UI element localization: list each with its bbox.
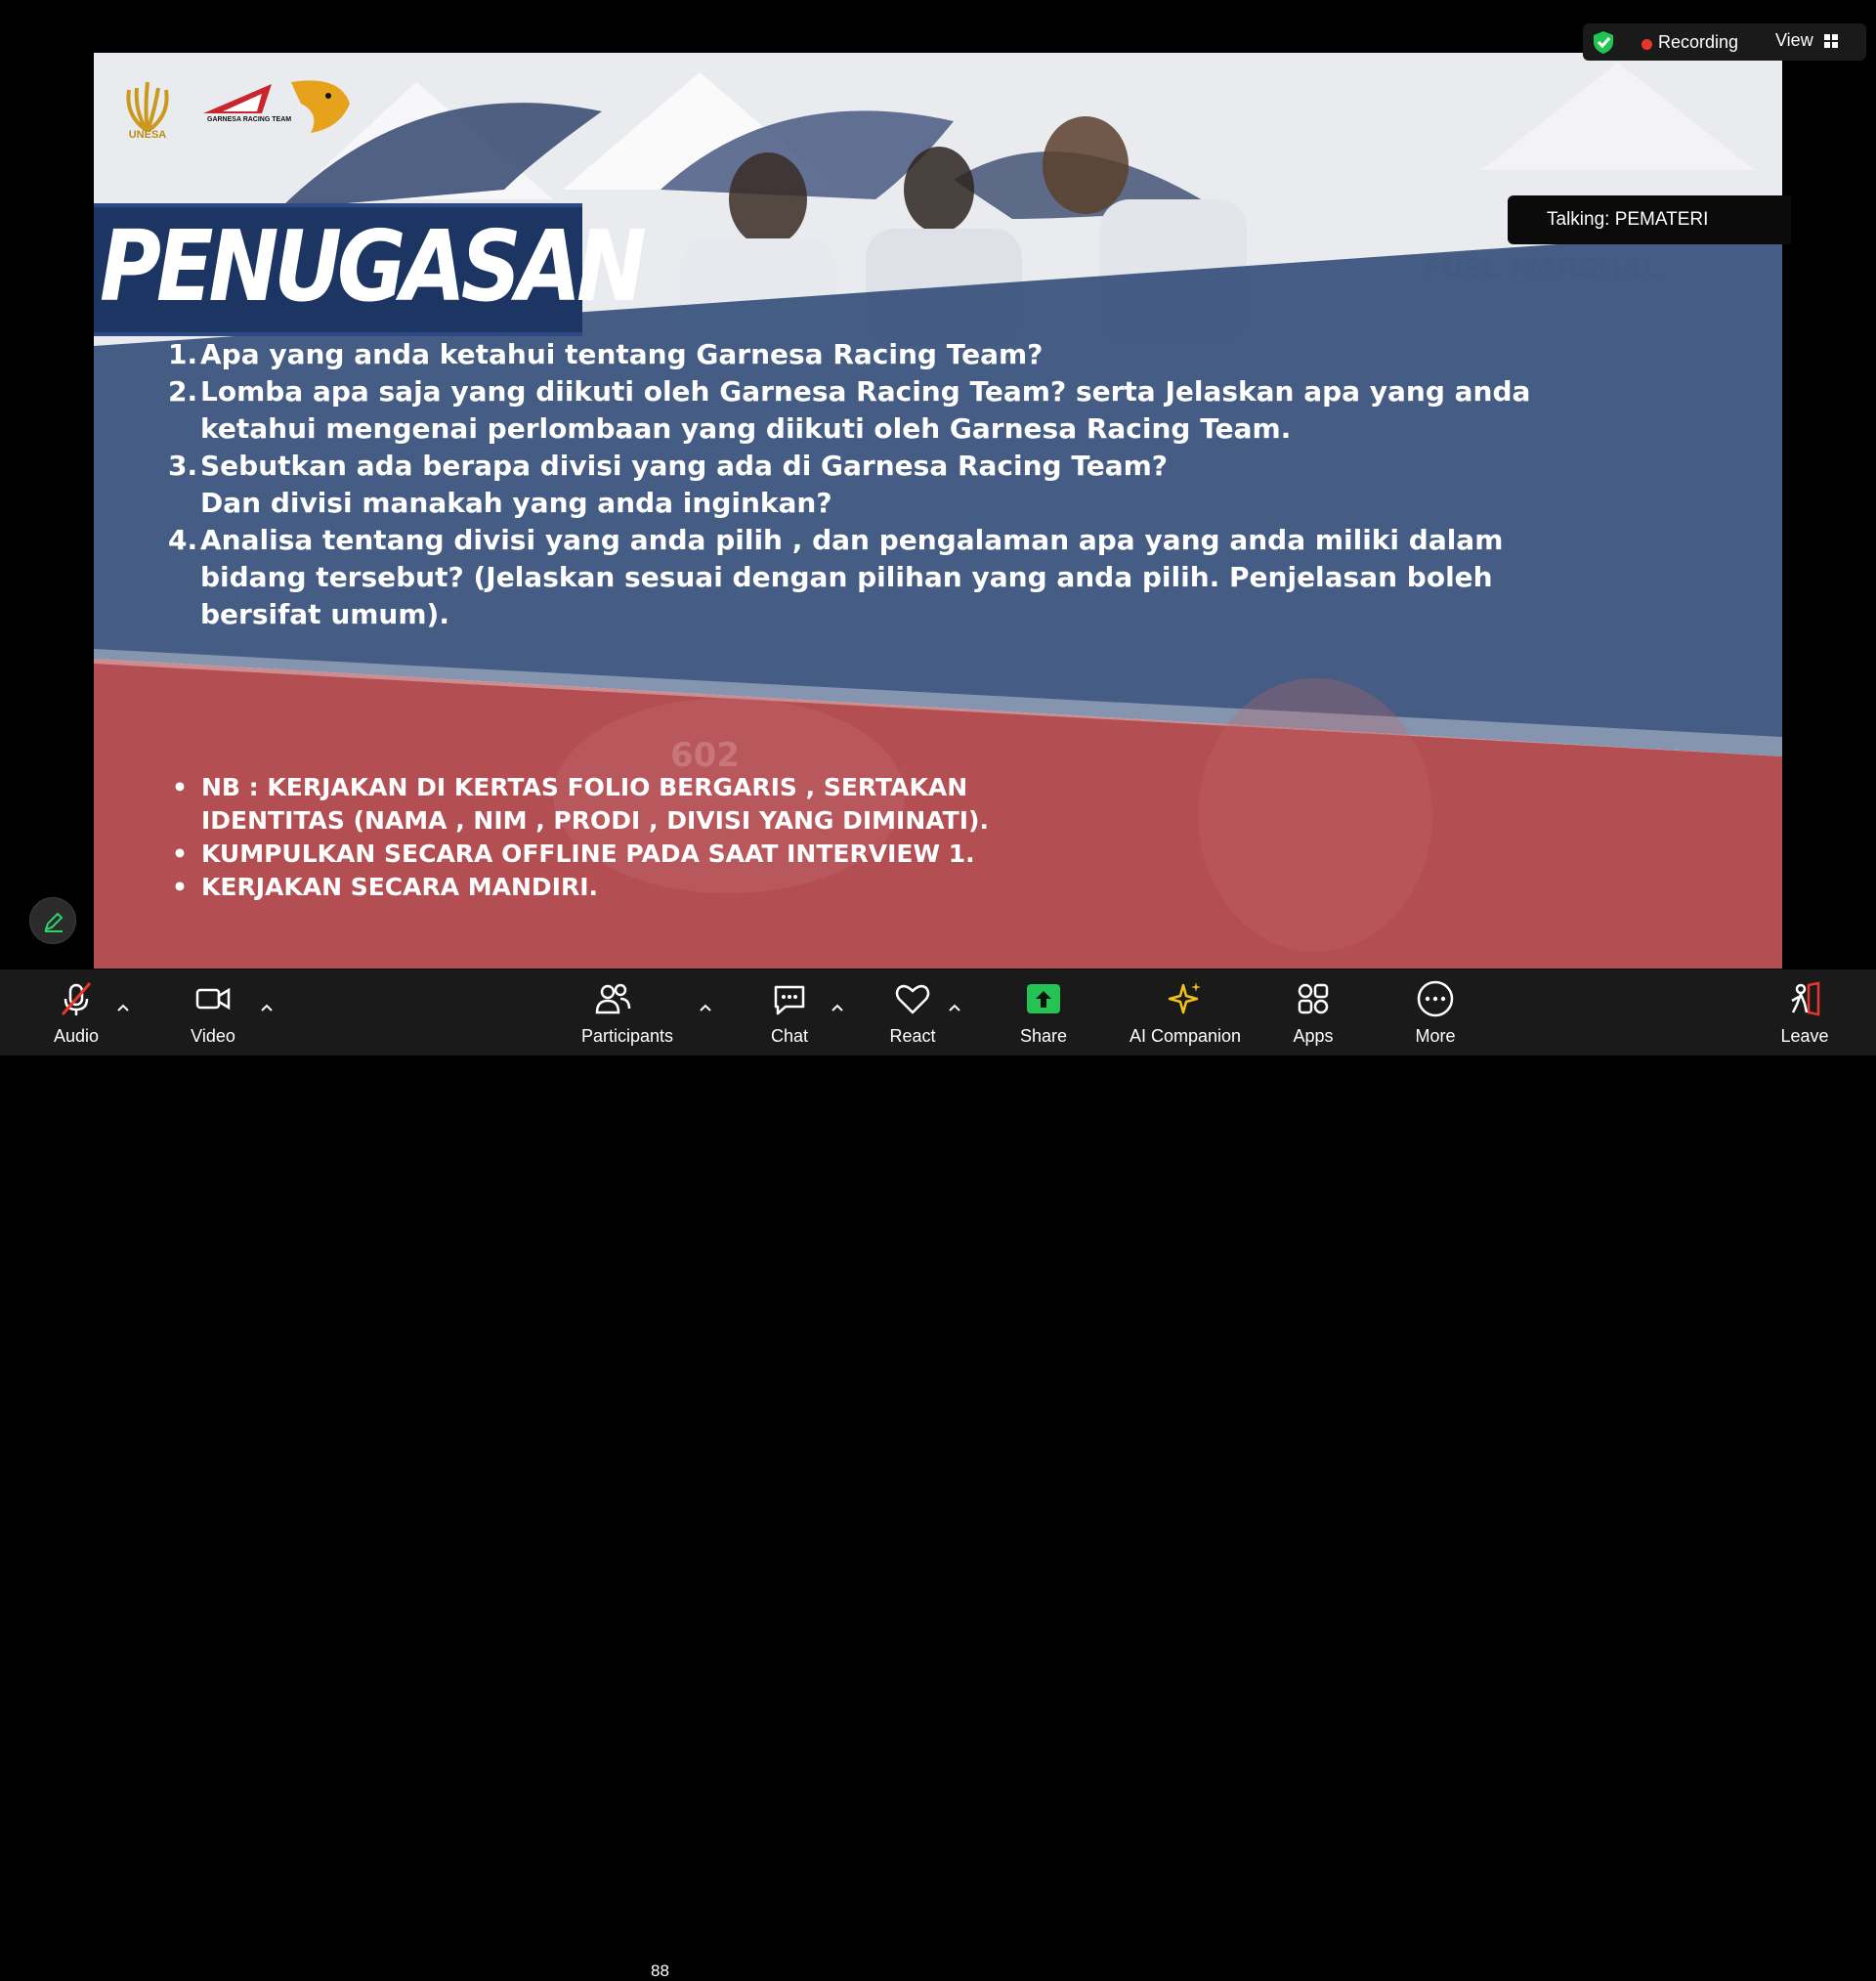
participants-label: Participants [580,1026,674,1046]
note-item: • NB : KERJAKAN DI KERTAS FOLIO BERGARIS… [172,771,1442,838]
garnesa-logo-text: GARNESA RACING TEAM [207,116,292,123]
audio-button[interactable]: Audio [39,979,113,1052]
question-text: Analisa tentang divisi yang anda pilih ,… [200,524,1504,630]
question-item: 1. Apa yang anda ketahui tentang Garnesa… [168,336,1556,373]
note-item: • KERJAKAN SECARA MANDIRI. [172,871,1442,904]
react-options-caret-icon[interactable] [948,1003,961,1012]
note-item: • KUMPULKAN SECARA OFFLINE PADA SAAT INT… [172,838,1442,871]
shared-screen: FUEL MARSHAL 602 UNESA GARNESA RACING TE… [94,53,1782,969]
question-number: 3. [168,450,198,482]
video-camera-icon [195,987,231,1011]
grid-view-icon[interactable] [1823,33,1839,49]
share-button[interactable]: Share [1006,979,1081,1052]
bullet: • [172,840,188,868]
participants-options-caret-icon[interactable] [699,1003,712,1012]
active-speaker-indicator: Talking: PEMATERI [1508,195,1791,244]
question-number: 2. [168,375,198,408]
video-label: Video [191,1026,235,1046]
ai-companion-button[interactable]: AI Companion [1122,979,1249,1052]
apps-icon [1298,983,1329,1014]
heart-icon [895,984,930,1014]
recording-dot-icon [1642,39,1652,50]
question-number: 1. [168,338,198,370]
slide-title-box: PENUGASAN [94,203,647,336]
sparkle-icon [1168,982,1201,1014]
share-label: Share [1019,1026,1068,1046]
leave-door-icon [1791,981,1820,1016]
question-item: 4. Analisa tentang divisi yang anda pili… [168,522,1556,633]
question-list: 1. Apa yang anda ketahui tentang Garnesa… [168,336,1556,633]
react-button[interactable]: React [875,979,950,1052]
participants-icon [595,983,631,1014]
bullet: • [172,773,188,801]
participants-count: 88 [651,1961,669,1980]
video-options-caret-icon[interactable] [260,1003,274,1012]
question-item: 2. Lomba apa saja yang diikuti oleh Garn… [168,373,1556,448]
unesa-logo [126,81,169,133]
shield-check-icon[interactable] [1591,29,1616,55]
leave-label: Leave [1780,1026,1829,1046]
share-screen-icon [1027,984,1060,1013]
notes-list: • NB : KERJAKAN DI KERTAS FOLIO BERGARIS… [172,771,1442,904]
background-car-number: 602 [670,736,740,775]
chat-label: Chat [770,1026,809,1046]
annotate-button[interactable] [29,897,76,944]
slide-title: PENUGASAN [100,209,647,323]
bullet: • [172,873,188,901]
pencil-icon [44,912,64,932]
recording-label[interactable]: Recording [1658,32,1738,53]
unesa-logo-text: UNESA [128,129,167,141]
more-dots-icon [1417,980,1454,1017]
note-text: KERJAKAN SECARA MANDIRI. [201,873,599,901]
question-text: Sebutkan ada berapa divisi yang ada di G… [200,450,1169,519]
chat-button[interactable]: Chat [752,979,827,1052]
audio-options-caret-icon[interactable] [116,1003,130,1012]
more-label: More [1415,1026,1456,1046]
meeting-toolbar: Audio Video Participants 88 Chat React S… [0,969,1876,1980]
question-text: Lomba apa saja yang diikuti oleh Garnesa… [200,375,1531,445]
chat-bubble-icon [774,985,805,1015]
react-label: React [889,1026,936,1046]
question-text: Apa yang anda ketahui tentang Garnesa Ra… [200,338,1044,370]
view-button[interactable]: View [1775,30,1813,51]
video-button[interactable]: Video [176,979,250,1052]
note-text: KUMPULKAN SECARA OFFLINE PADA SAAT INTER… [201,840,975,868]
ai-companion-label: AI Companion [1129,1026,1242,1046]
leave-button[interactable]: Leave [1768,979,1842,1052]
chat-options-caret-icon[interactable] [831,1003,844,1012]
garnesa-racing-team-logo [203,80,350,133]
note-text: NB : KERJAKAN DI KERTAS FOLIO BERGARIS ,… [201,773,989,835]
microphone-muted-icon [61,982,92,1015]
apps-button[interactable]: Apps [1276,979,1350,1052]
audio-label: Audio [53,1026,100,1046]
question-item: 3. Sebutkan ada berapa divisi yang ada d… [168,448,1556,522]
apps-label: Apps [1293,1026,1334,1046]
more-button[interactable]: More [1398,979,1472,1052]
participants-button[interactable]: Participants [569,979,686,1052]
question-number: 4. [168,524,198,556]
